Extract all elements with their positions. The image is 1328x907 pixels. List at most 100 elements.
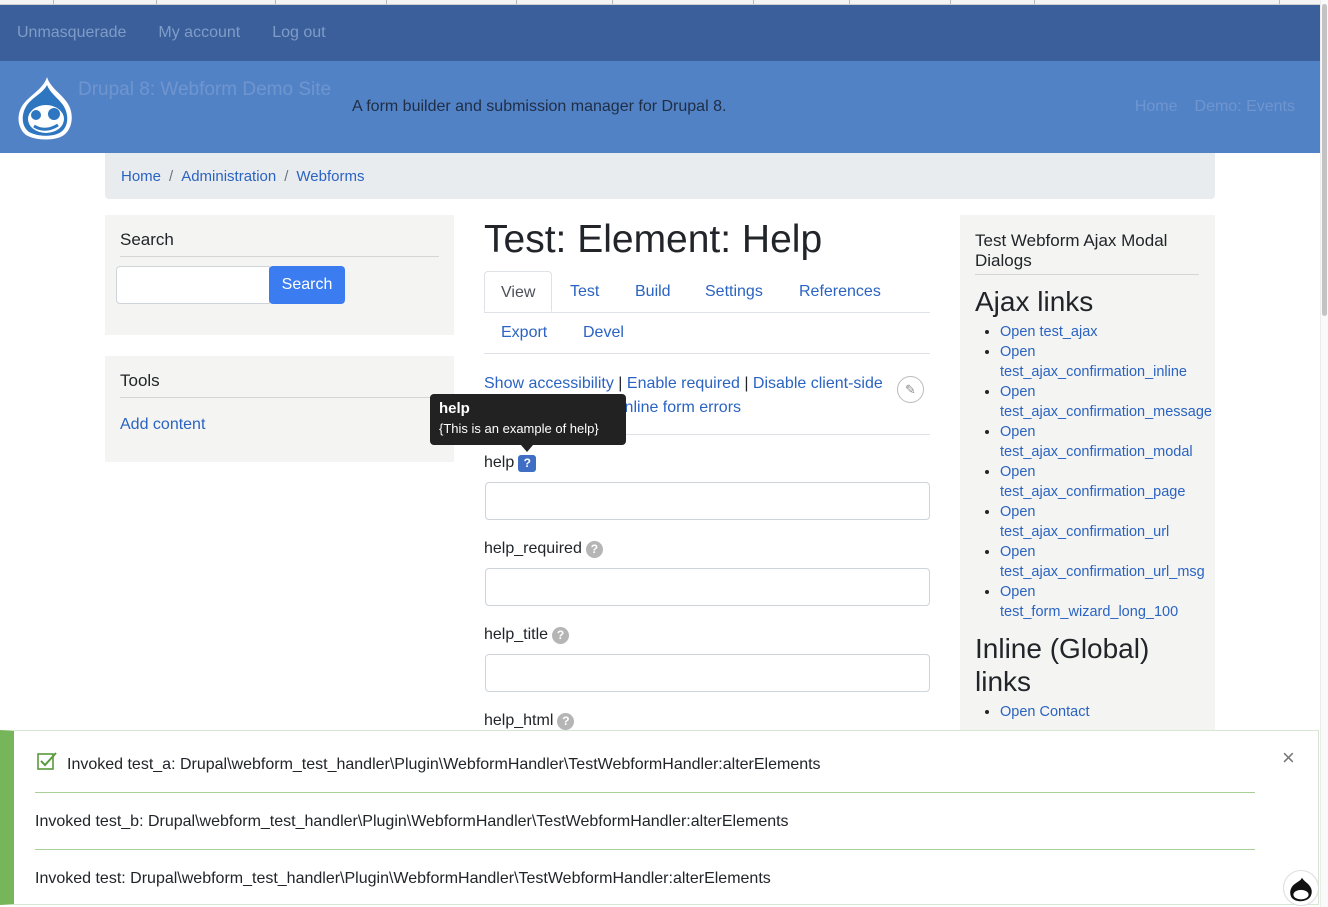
help-title-field-label: help_title ? (484, 626, 570, 644)
help-required-field-label: help_required ? (484, 540, 603, 558)
list-item: Open test_ajax_confirmation_modal (1000, 422, 1215, 462)
tab-view[interactable]: View (484, 271, 553, 312)
status-message: Invoked test: Drupal\webform_test_handle… (35, 870, 771, 887)
message-divider (35, 792, 1255, 793)
breadcrumb-webforms[interactable]: Webforms (296, 168, 364, 185)
enable-required-link[interactable]: Enable required (627, 375, 740, 392)
tools-block-title: Tools (120, 371, 439, 398)
site-name-link[interactable]: Drupal 8: Webform Demo Site (78, 79, 331, 101)
breadcrumb: Home / Administration / Webforms (105, 153, 1215, 199)
list-item: Open test_ajax_confirmation_message (1000, 382, 1215, 422)
status-message: Invoked test_a: Drupal\webform_test_hand… (67, 756, 821, 773)
link-separator: | (618, 375, 623, 392)
search-block: Search Search (105, 215, 454, 335)
local-tasks-tabs: View Test Build Settings References Expo… (484, 271, 930, 354)
help-required-input[interactable] (485, 568, 930, 606)
status-messages: Invoked test_a: Drupal\webform_test_hand… (0, 730, 1319, 905)
my-account-link[interactable]: My account (158, 24, 240, 42)
pencil-icon[interactable]: ✎ (897, 376, 924, 403)
tab-build[interactable]: Build (619, 271, 687, 312)
help-icon[interactable]: ? (557, 712, 575, 730)
help-icon[interactable]: ? (552, 626, 570, 644)
inline-links-list: Open Contact (960, 702, 1200, 722)
tab-test[interactable]: Test (554, 271, 615, 312)
tab-references[interactable]: References (783, 271, 897, 312)
list-item: Open Contact (1000, 702, 1200, 722)
help-field-label: help ? (484, 454, 537, 472)
help-icon[interactable]: ? (518, 454, 537, 472)
help-label-text: help (484, 454, 515, 471)
list-item: Open test_ajax_confirmation_url (1000, 502, 1185, 542)
help-icon[interactable]: ? (585, 540, 603, 558)
ajax-links-heading: Ajax links (975, 286, 1094, 317)
search-input[interactable] (116, 266, 270, 304)
status-message: Invoked test_b: Drupal\webform_test_hand… (35, 813, 789, 830)
add-content-link[interactable]: Add content (120, 416, 205, 434)
toolbar-divider (950, 0, 951, 4)
tools-block: Tools Add content (105, 356, 454, 462)
toolbar-divider (1034, 0, 1035, 4)
ajax-link[interactable]: Open test_ajax_confirmation_url (1000, 504, 1169, 540)
breadcrumb-home[interactable]: Home (121, 168, 161, 185)
tab-settings[interactable]: Settings (689, 271, 779, 312)
search-block-title: Search (120, 230, 439, 257)
help-html-field-label: help_html ? (484, 712, 575, 730)
toolbar-divider (753, 0, 754, 4)
link-separator: | (744, 375, 749, 392)
scrollbar-thumb[interactable] (1322, 4, 1327, 316)
inline-links-heading: Inline (Global) links (975, 633, 1150, 697)
ajax-link[interactable]: Open test_ajax_confirmation_modal (1000, 424, 1193, 460)
ajax-link[interactable]: Open test_form_wizard_long_100 (1000, 584, 1178, 620)
list-item: Open test_ajax_confirmation_url_msg (1000, 542, 1215, 582)
ajax-link[interactable]: Open test_ajax_confirmation_message (1000, 384, 1212, 420)
breadcrumb-separator: / (284, 167, 289, 185)
main-nav-demo-events[interactable]: Demo: Events (1195, 98, 1295, 116)
toolbar-divider (1279, 0, 1280, 4)
breadcrumb-separator: / (169, 167, 174, 185)
main-nav: Home Demo: Events (1135, 98, 1295, 116)
help-title-input[interactable] (485, 654, 930, 692)
help-title-label-text: help_title (484, 626, 549, 643)
inline-link[interactable]: Open Contact (1000, 704, 1089, 720)
help-tooltip: help {This is an example of help} (430, 394, 626, 445)
toolbar-divider (516, 0, 517, 4)
secondary-nav: Unmasquerade My account Log out (0, 5, 1320, 61)
log-out-link[interactable]: Log out (272, 24, 325, 42)
search-button[interactable]: Search (269, 266, 345, 304)
toolbar-divider (53, 0, 54, 4)
toolbar-divider (612, 0, 613, 4)
tab-devel[interactable]: Devel (567, 312, 640, 353)
main-nav-home[interactable]: Home (1135, 98, 1178, 116)
show-accessibility-link[interactable]: Show accessibility (484, 375, 614, 392)
inline-form-errors-link[interactable]: inline form errors (621, 399, 741, 416)
tooltip-arrow (521, 445, 533, 452)
tab-export[interactable]: Export (485, 312, 563, 353)
help-required-label-text: help_required (484, 540, 582, 557)
message-divider (35, 849, 1255, 850)
ajax-links-list: Open test_ajax Open test_ajax_confirmati… (960, 322, 1215, 622)
page-title: Test: Element: Help (484, 218, 823, 261)
help-input[interactable] (485, 482, 930, 520)
unmasquerade-link[interactable]: Unmasquerade (17, 24, 126, 42)
toolbar-divider (386, 0, 387, 4)
ajax-modal-dialogs-block: Test Webform Ajax Modal Dialogs Ajax lin… (960, 215, 1215, 735)
list-item: Open test_form_wizard_long_100 (1000, 582, 1190, 622)
site-slogan: A form builder and submission manager fo… (352, 98, 727, 115)
drupal-logo-icon[interactable] (14, 75, 76, 141)
close-icon[interactable]: × (1282, 745, 1295, 771)
list-item: Open test_ajax (1000, 322, 1215, 342)
help-html-label-text: help_html (484, 712, 554, 729)
breadcrumb-administration[interactable]: Administration (181, 168, 276, 185)
tooltip-title: help (439, 400, 470, 417)
drupal-logo-icon[interactable] (1283, 870, 1319, 906)
ajax-link[interactable]: Open test_ajax_confirmation_url_msg (1000, 544, 1205, 580)
toolbar-divider (156, 0, 157, 4)
ajax-link[interactable]: Open test_ajax_confirmation_page (1000, 464, 1185, 500)
disable-client-side-link[interactable]: Disable client-side (753, 375, 883, 392)
tooltip-body: {This is an example of help} (439, 421, 599, 436)
toolbar-divider (275, 0, 276, 4)
ajax-link[interactable]: Open test_ajax_confirmation_inline (1000, 344, 1187, 380)
ajax-link[interactable]: Open test_ajax (1000, 324, 1098, 340)
toolbar-divider (849, 0, 850, 4)
list-item: Open test_ajax_confirmation_inline (1000, 342, 1200, 382)
